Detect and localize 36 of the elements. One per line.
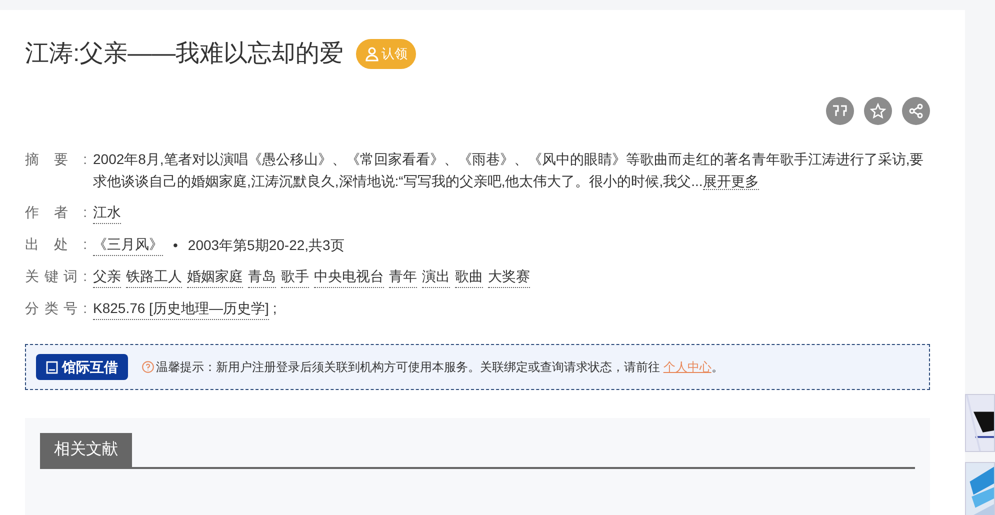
book-icon xyxy=(46,360,58,374)
cite-button[interactable] xyxy=(826,97,854,125)
favorite-button[interactable] xyxy=(864,97,892,125)
field-link[interactable]: 演出 xyxy=(422,265,450,288)
abstract-text: 2002年8月,笔者对以演唱《愚公移山》、《常回家看看》、《雨巷》、《风中的眼睛》等歌曲而走红的著名青年歌手江涛进行了采访,要求他谈谈自己的婚姻家庭,江涛沉默良久,深情地说:“写写我的父亲吧,他太伟大了。很小的时候,我父...展开更多 xyxy=(93,150,925,192)
help-icon xyxy=(142,361,154,373)
field-label: 摘要: xyxy=(25,150,87,169)
quote-icon xyxy=(832,104,848,118)
field-link[interactable]: 歌曲 xyxy=(455,265,483,288)
field-link[interactable]: 江水 xyxy=(93,201,121,224)
field-link[interactable]: 歌手 xyxy=(281,265,309,288)
journal-link[interactable]: 《三月风》 xyxy=(93,233,163,256)
expand-link[interactable]: 展开更多 xyxy=(702,173,759,190)
semicolon-text: ; xyxy=(272,299,277,318)
field-link[interactable]: 中央电视台 xyxy=(314,265,384,288)
share-button[interactable] xyxy=(902,97,930,125)
field-link[interactable]: 青年 xyxy=(389,265,417,288)
tip-text: 温馨提示：新用户注册登录后须关联到机构方可使用本服务。关联绑定或查询请求状态，请前往 个人中心。 xyxy=(156,359,724,376)
field-link[interactable]: 大奖赛 xyxy=(488,265,530,288)
field-label: 分类号: xyxy=(25,299,87,318)
share-icon xyxy=(908,103,924,119)
field-label: 关键词: xyxy=(25,267,87,286)
field-link[interactable]: 铁路工人 xyxy=(126,265,182,288)
loan-button[interactable]: 馆际互借 xyxy=(36,354,128,380)
field-link[interactable]: 婚姻家庭 xyxy=(187,265,243,288)
related-tab[interactable]: 相关文献 xyxy=(40,433,132,467)
class-link[interactable]: K825.76 [历史地理—历史学] xyxy=(93,297,269,320)
star-icon xyxy=(870,103,886,119)
person-icon xyxy=(364,46,380,62)
field-link[interactable]: 青岛 xyxy=(248,265,276,288)
field-label: 作者: xyxy=(25,203,87,222)
separator-dot: • xyxy=(173,236,178,254)
article-title: 江涛:父亲——我难以忘却的爱 xyxy=(25,39,344,69)
issue-text: 2003年第5期20-22,共3页 xyxy=(188,236,344,254)
field-label: 出处: xyxy=(25,235,87,254)
field-link[interactable]: 父亲 xyxy=(93,265,121,288)
